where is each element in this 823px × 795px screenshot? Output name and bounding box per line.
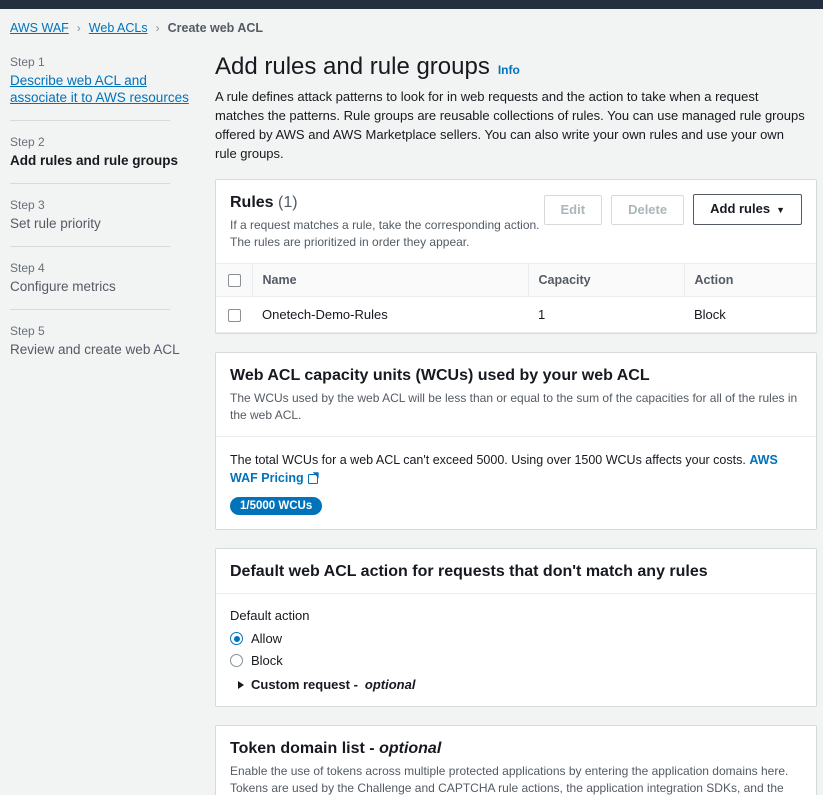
rules-panel-header: Rules (1) If a request matches a rule, t… — [216, 180, 816, 263]
column-header-capacity: Capacity — [527, 262, 684, 298]
token-domain-panel-title: Token domain list - optional — [230, 740, 802, 758]
add-rules-button[interactable]: Add rules ▼ — [693, 194, 802, 225]
page-title: Add rules and rule groups Info — [215, 53, 817, 81]
token-domain-panel-header: Token domain list - optional Enable the … — [216, 726, 816, 795]
wcu-panel: Web ACL capacity units (WCUs) used by yo… — [215, 352, 817, 531]
wcu-panel-body: The total WCUs for a web ACL can't excee… — [216, 436, 816, 529]
rules-panel: Rules (1) If a request matches a rule, t… — [215, 179, 817, 335]
row-select-cell — [216, 296, 252, 334]
main-content: Add rules and rule groups Info A rule de… — [205, 43, 823, 795]
custom-request-label: Custom request - — [251, 677, 358, 693]
breadcrumb-separator-icon: › — [155, 21, 160, 35]
sidebar-step-link-describe-web-acl[interactable]: Describe web ACL and associate it to AWS… — [10, 72, 193, 106]
sidebar-step-3: Step 3 Set rule priority — [10, 196, 193, 232]
page-description: A rule defines attack patterns to look f… — [215, 89, 805, 161]
token-domain-panel: Token domain list - optional Enable the … — [215, 725, 817, 795]
external-link-icon — [307, 473, 318, 485]
wcu-panel-title: Web ACL capacity units (WCUs) used by yo… — [230, 367, 650, 385]
radio-option-allow[interactable]: Allow — [230, 631, 802, 646]
token-domain-subtitle: Enable the use of tokens across multiple… — [230, 763, 802, 795]
page-title-text: Add rules and rule groups — [215, 53, 490, 80]
token-domain-optional-label: optional — [379, 740, 442, 758]
step-3-number: Step 3 — [10, 198, 45, 212]
rules-title-text: Rules — [230, 194, 274, 211]
wcu-panel-header: Web ACL capacity units (WCUs) used by yo… — [216, 353, 816, 436]
column-header-name: Name — [251, 262, 528, 298]
breadcrumb-separator-icon: › — [76, 21, 81, 35]
step-2-number: Step 2 — [10, 135, 45, 149]
radio-option-block[interactable]: Block — [230, 653, 802, 668]
page-layout: Step 1 Describe web ACL and associate it… — [0, 43, 823, 795]
radio-allow-label: Allow — [251, 631, 283, 647]
default-action-panel-header: Default web ACL action for requests that… — [216, 549, 816, 593]
token-domain-subtitle-text: Enable the use of tokens across multiple… — [230, 764, 789, 795]
step-5-number: Step 5 — [10, 324, 45, 338]
breadcrumb-item-web-acls[interactable]: Web ACLs — [89, 21, 148, 35]
sidebar-step-5: Step 5 Review and create web ACL — [10, 322, 193, 358]
breadcrumb: AWS WAF › Web ACLs › Create web ACL — [0, 9, 823, 43]
rules-panel-actions: Edit Delete Add rules ▼ — [543, 194, 802, 225]
default-action-panel-title: Default web ACL action for requests that… — [230, 563, 708, 581]
wcu-note: The total WCUs for a web ACL can't excee… — [230, 451, 802, 487]
wcu-note-text: The total WCUs for a web ACL can't excee… — [230, 453, 746, 468]
radio-block-indicator[interactable] — [230, 654, 243, 668]
select-all-header — [216, 262, 252, 298]
step-1-number: Step 1 — [10, 55, 45, 69]
info-link[interactable]: Info — [498, 63, 520, 77]
select-all-checkbox[interactable] — [228, 274, 241, 288]
sidebar-step-1: Step 1 Describe web ACL and associate it… — [10, 53, 193, 106]
sidebar-step-2: Step 2 Add rules and rule groups — [10, 133, 193, 169]
cell-rule-action: Block — [684, 296, 816, 334]
step-divider — [10, 309, 170, 310]
sidebar-step-label-review-and-create: Review and create web ACL — [10, 342, 180, 357]
delete-button[interactable]: Delete — [611, 194, 685, 225]
custom-request-expander[interactable]: Custom request - optional — [238, 677, 802, 692]
edit-button[interactable]: Edit — [543, 194, 603, 225]
add-rules-label: Add rules — [710, 201, 771, 216]
rules-table: Name Capacity Action Onetech-Demo-Rules … — [216, 262, 816, 334]
sidebar-step-label-set-rule-priority: Set rule priority — [10, 216, 101, 231]
rules-panel-subtitle: If a request matches a rule, take the co… — [230, 218, 540, 249]
rules-panel-titleblock: Rules (1) If a request matches a rule, t… — [230, 194, 544, 251]
rules-table-body: Onetech-Demo-Rules 1 Block — [216, 296, 816, 334]
table-row[interactable]: Onetech-Demo-Rules 1 Block — [216, 296, 816, 334]
step-divider — [10, 120, 170, 121]
wcu-panel-subtitle: The WCUs used by the web ACL will be les… — [230, 391, 798, 423]
sidebar-step-label-add-rules: Add rules and rule groups — [10, 153, 179, 168]
default-action-panel-body: Default action Allow Block Custom reques… — [216, 593, 816, 706]
column-header-action: Action — [683, 262, 816, 298]
rules-table-head: Name Capacity Action — [216, 262, 816, 298]
default-action-field-label: Default action — [230, 608, 310, 624]
table-header-row: Name Capacity Action — [216, 262, 816, 298]
sidebar-step-label-configure-metrics: Configure metrics — [10, 279, 116, 294]
chevron-down-icon: ▼ — [776, 205, 785, 215]
step-divider — [10, 183, 170, 184]
chevron-right-icon — [238, 680, 244, 689]
token-domain-title-text: Token domain list - — [230, 740, 375, 758]
radio-block-label: Block — [251, 653, 283, 669]
custom-request-optional-label: optional — [364, 677, 416, 693]
cell-rule-capacity: 1 — [528, 296, 684, 334]
breadcrumb-item-aws-waf[interactable]: AWS WAF — [10, 21, 69, 35]
rules-count: (1) — [278, 194, 298, 211]
default-action-panel: Default web ACL action for requests that… — [215, 548, 817, 708]
step-divider — [10, 246, 170, 247]
sidebar-step-4: Step 4 Configure metrics — [10, 259, 193, 295]
rules-panel-title: Rules (1) — [230, 194, 544, 212]
row-checkbox[interactable] — [228, 309, 241, 323]
radio-allow-indicator[interactable] — [230, 632, 243, 646]
wcu-usage-badge: 1/5000 WCUs — [230, 497, 323, 516]
breadcrumb-item-create-web-acl: Create web ACL — [167, 21, 264, 35]
wizard-steps-sidebar: Step 1 Describe web ACL and associate it… — [0, 43, 205, 358]
cell-rule-name: Onetech-Demo-Rules — [252, 296, 528, 334]
step-4-number: Step 4 — [10, 261, 45, 275]
top-navigation-bar — [0, 0, 823, 9]
